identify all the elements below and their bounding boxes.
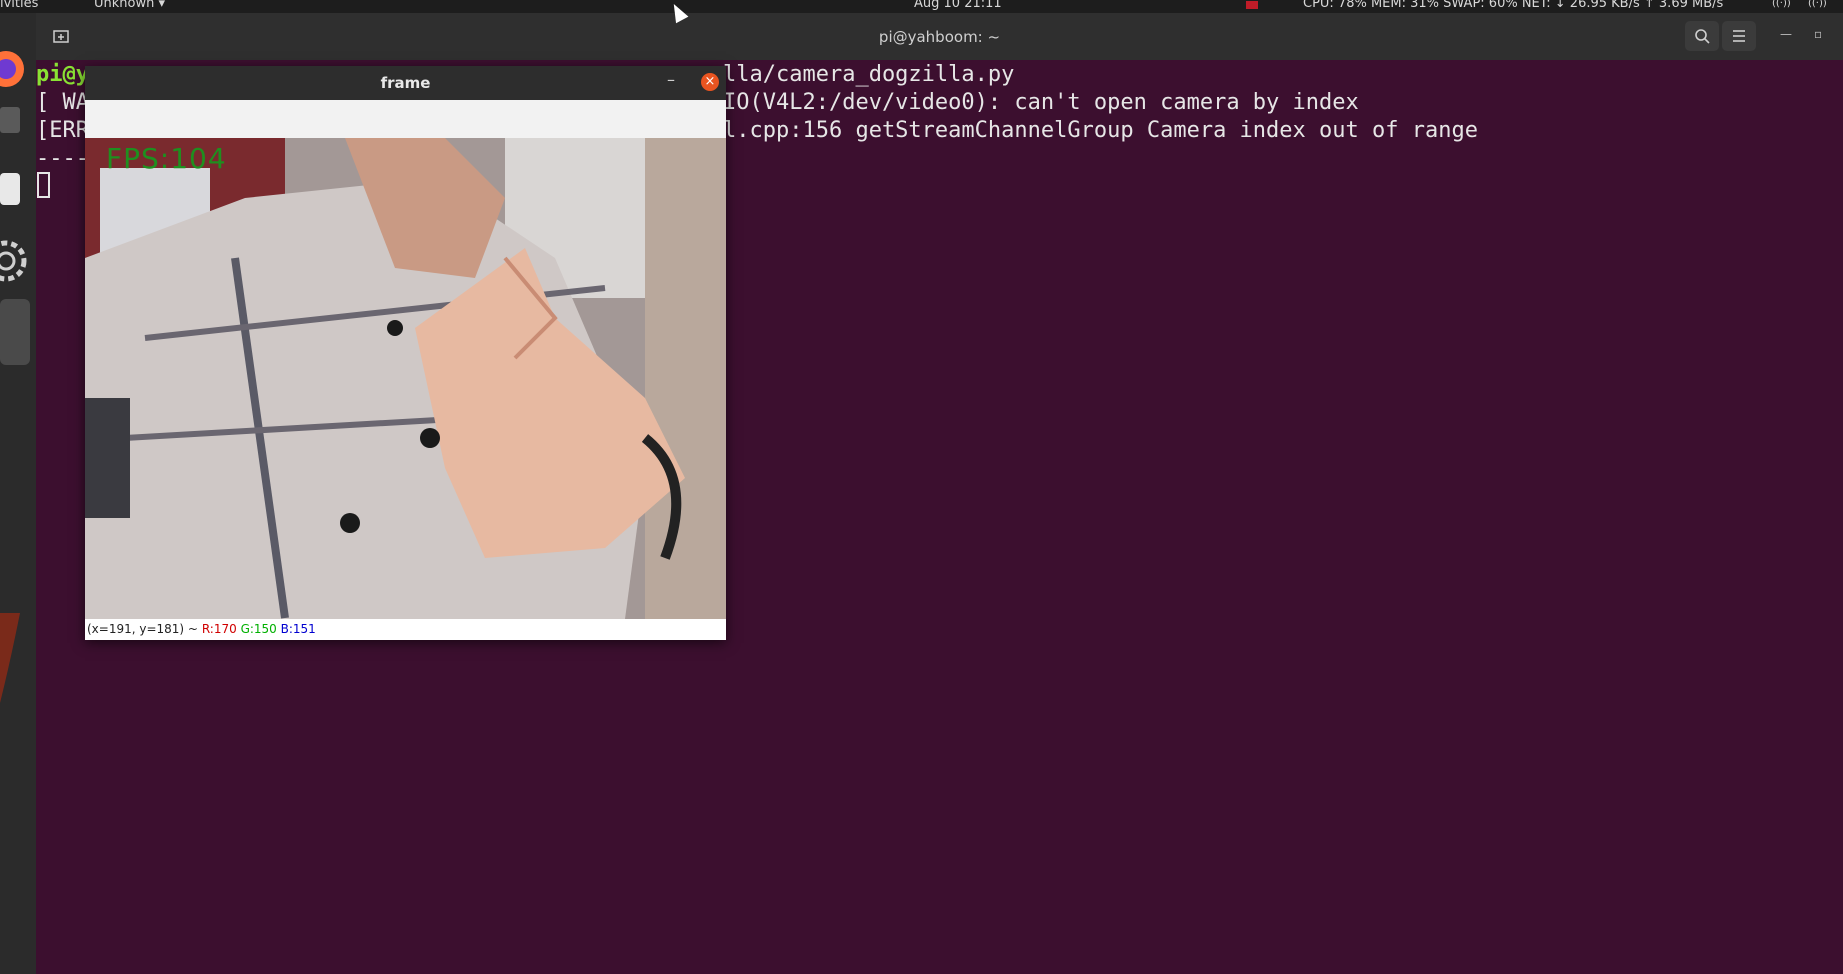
pixel-red-value: R:170 bbox=[201, 622, 237, 636]
terminal-line-warn: [ WA bbox=[36, 90, 89, 115]
dock-accent-decoration bbox=[0, 613, 30, 703]
app-menu[interactable]: Unknown ▾ bbox=[94, 0, 165, 10]
frame-minimize-button[interactable]: – bbox=[667, 70, 675, 89]
system-top-bar: ivities Unknown ▾ Aug 10 21:11 CPU: 78% … bbox=[0, 0, 1843, 13]
pixel-green-value: G:150 bbox=[240, 622, 277, 636]
terminal-line-separator: ---- bbox=[36, 146, 89, 171]
terminal-header-bar: pi@yahboom: ~ — ▫ bbox=[36, 13, 1843, 60]
frame-toolbar bbox=[85, 100, 726, 138]
terminal-dock-icon[interactable] bbox=[0, 299, 30, 365]
dock bbox=[0, 13, 36, 974]
search-icon[interactable] bbox=[1685, 21, 1719, 51]
pixel-coords: (x=191, y=181) ~ bbox=[87, 622, 198, 636]
network-icon[interactable]: ((·)) bbox=[1772, 0, 1791, 9]
minimize-icon[interactable]: — bbox=[1780, 27, 1792, 41]
camera-image[interactable]: FPS:104 bbox=[85, 138, 726, 619]
text-editor-icon[interactable] bbox=[0, 163, 30, 213]
terminal-line-error: [ERR bbox=[36, 118, 89, 143]
frame-window[interactable]: frame – × FPS:104 (x=191, y=181) ~ R:170… bbox=[85, 66, 726, 640]
system-stats: CPU: 78% MEM: 31% SWAP: 60% NET: ↓ 26.95… bbox=[1303, 0, 1724, 11]
frame-status-bar: (x=191, y=181) ~ R:170 G:150 B:151 bbox=[85, 619, 726, 640]
terminal-line-command: lla/camera_dogzilla.py bbox=[723, 62, 1015, 87]
clock[interactable]: Aug 10 21:11 bbox=[914, 0, 1002, 10]
cpu-indicator-icon bbox=[1246, 1, 1258, 9]
frame-window-title: frame bbox=[380, 74, 431, 92]
terminal-title: pi@yahboom: ~ bbox=[878, 28, 1001, 46]
terminal-line-error-text: l.cpp:156 getStreamChannelGroup Camera i… bbox=[723, 118, 1478, 143]
hamburger-icon[interactable] bbox=[1722, 21, 1756, 51]
terminal-line-prompt: pi@y bbox=[36, 62, 89, 87]
frame-close-button[interactable]: × bbox=[701, 73, 719, 91]
activities-button[interactable]: ivities bbox=[0, 0, 38, 10]
fps-overlay: FPS:104 bbox=[106, 142, 227, 175]
frame-titlebar[interactable]: frame – × bbox=[85, 66, 726, 100]
terminal-line-warning-text: IO(V4L2:/dev/video0): can't open camera … bbox=[723, 90, 1359, 115]
wifi-icon[interactable]: ((·)) bbox=[1808, 0, 1827, 9]
maximize-icon[interactable]: ▫ bbox=[1814, 27, 1822, 41]
pixel-blue-value: B:151 bbox=[280, 622, 316, 636]
camera-scene bbox=[85, 138, 726, 619]
settings-gear-icon[interactable] bbox=[0, 237, 30, 287]
files-icon[interactable] bbox=[0, 99, 30, 139]
terminal-cursor bbox=[37, 172, 50, 198]
firefox-icon[interactable] bbox=[0, 33, 30, 93]
